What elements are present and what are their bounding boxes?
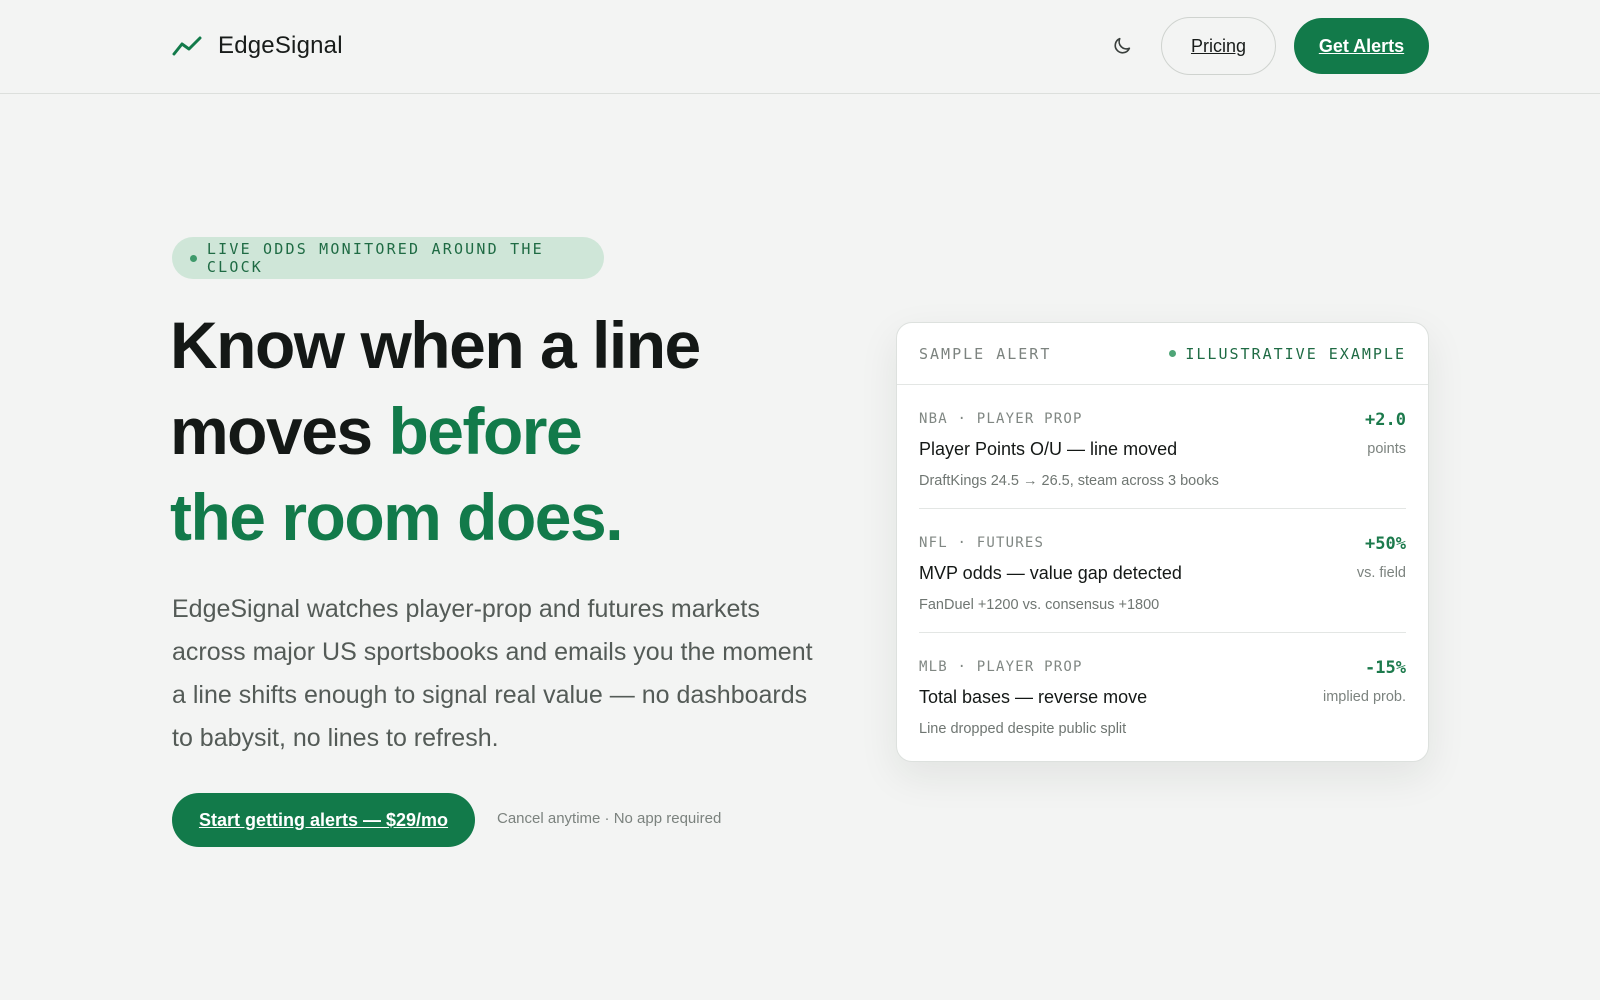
get-alerts-button[interactable]: Get Alerts: [1294, 18, 1429, 74]
alert-meta: NBA · PLAYER PROP: [919, 411, 1083, 427]
status-dot-icon: [190, 254, 197, 262]
alert-detail: Line dropped despite public split: [919, 721, 1127, 737]
tag-dot-icon: [1169, 350, 1177, 357]
alert-title: MVP odds — value gap detected: [919, 563, 1182, 583]
alert-unit: vs. field: [1356, 565, 1406, 581]
alert-item: NFL · FUTURES MVP odds — value gap detec…: [919, 509, 1406, 633]
alert-item: MLB · PLAYER PROP Total bases — reverse …: [919, 633, 1406, 757]
badge-text: LIVE ODDS MONITORED AROUND THE CLOCK: [206, 240, 544, 276]
alert-meta: NFL · FUTURES: [919, 535, 1045, 551]
hero-description: EdgeSignal watches player-prop and futur…: [172, 595, 813, 752]
top-nav: EdgeSignal Pricing Get Alerts: [0, 0, 1600, 94]
cta-note: Cancel anytime · No app required: [497, 810, 722, 827]
alert-delta: -15%: [1365, 658, 1406, 678]
sample-alert-card: SAMPLE ALERT ILLUSTRATIVE EXAMPLE NBA · …: [896, 322, 1429, 762]
live-odds-badge: LIVE ODDS MONITORED AROUND THE CLOCK: [172, 237, 604, 279]
headline-accent-before: before: [388, 394, 582, 468]
brand-name: EdgeSignal: [218, 32, 343, 59]
alert-detail: DraftKings 24.5 → 26.5, steam across 3 b…: [919, 473, 1219, 489]
theme-toggle-button[interactable]: [1108, 32, 1136, 60]
alert-detail: FanDuel +1200 vs. consensus +1800: [919, 597, 1160, 613]
card-header: SAMPLE ALERT ILLUSTRATIVE EXAMPLE: [897, 323, 1428, 385]
alert-meta: MLB · PLAYER PROP: [919, 659, 1083, 675]
trend-line-icon: [172, 36, 202, 56]
card-label: SAMPLE ALERT: [919, 344, 1052, 363]
hero-headline: Know when a line moves before the room d…: [170, 302, 870, 560]
tag-text: ILLUSTRATIVE EXAMPLE: [1185, 344, 1406, 363]
headline-line-2: moves: [170, 394, 389, 468]
alert-delta: +2.0: [1365, 410, 1406, 430]
alert-item: NBA · PLAYER PROP Player Points O/U — li…: [919, 385, 1406, 509]
illustrative-tag: ILLUSTRATIVE EXAMPLE: [1169, 345, 1406, 363]
brand-logo[interactable]: EdgeSignal: [172, 28, 343, 64]
headline-accent-room: the room does.: [170, 480, 624, 554]
alert-unit: implied prob.: [1322, 689, 1406, 705]
moon-icon: [1114, 37, 1131, 54]
alert-unit: points: [1367, 441, 1406, 457]
headline-line-1: Know when a line: [170, 308, 701, 382]
pricing-button[interactable]: Pricing: [1161, 17, 1276, 75]
alert-delta: +50%: [1365, 534, 1406, 554]
start-alerts-button[interactable]: Start getting alerts — $29/mo: [172, 793, 475, 847]
alert-title: Total bases — reverse move: [919, 687, 1148, 707]
alert-title: Player Points O/U — line moved: [919, 439, 1178, 459]
